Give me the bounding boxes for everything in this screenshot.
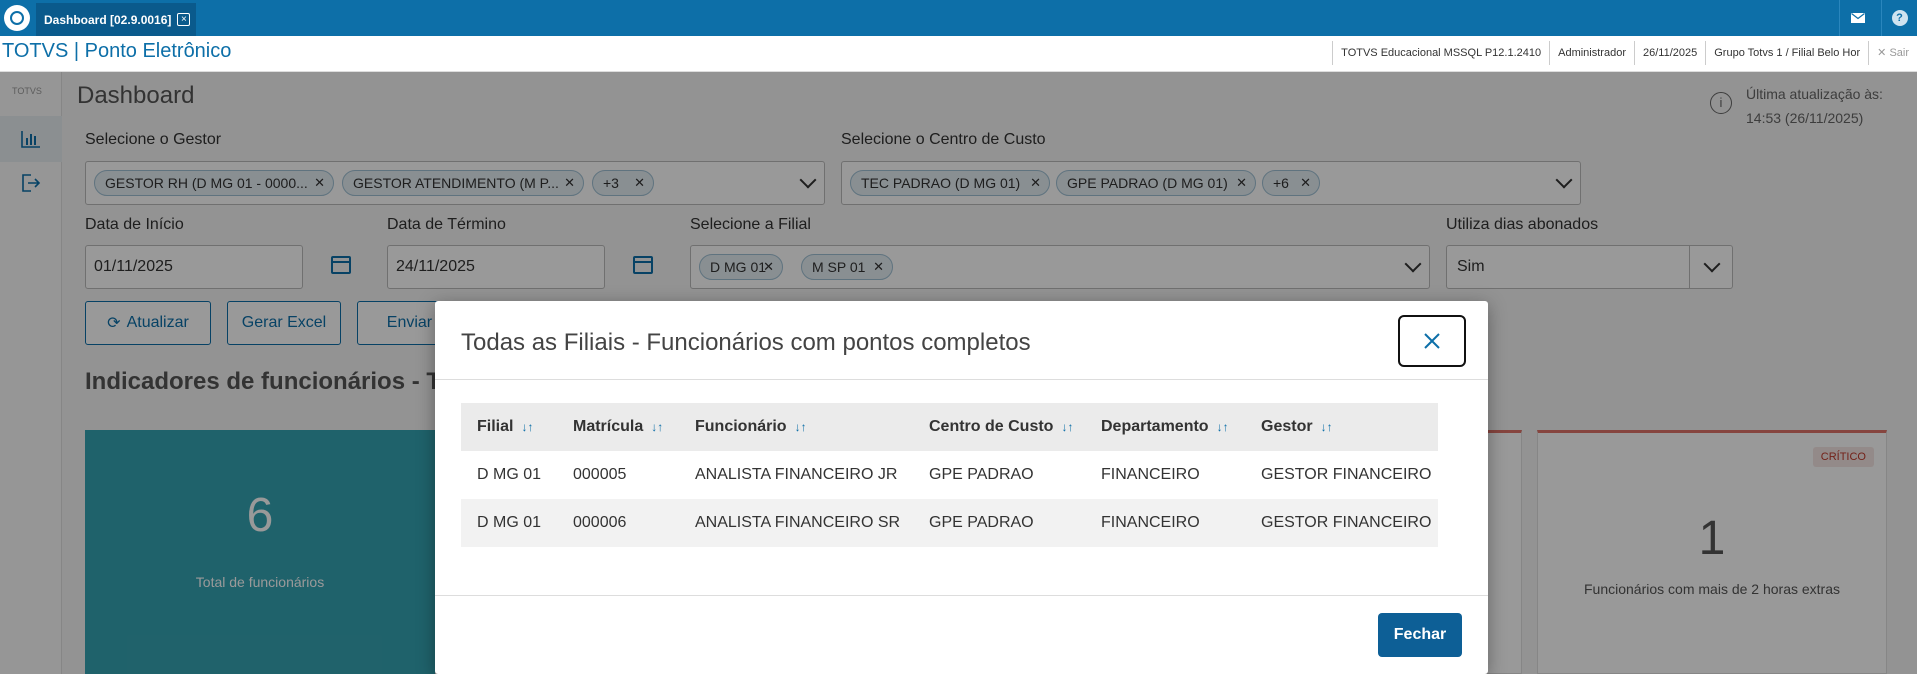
cell-gestor: GESTOR FINANCEIRO (1261, 466, 1432, 483)
column-header-centro-custo[interactable]: Centro de Custo ↓↑ (913, 403, 1085, 451)
sort-icon[interactable]: ↓↑ (1321, 420, 1333, 434)
app-title: TOTVS | Ponto Eletrônico (2, 40, 232, 62)
column-header-funcionario[interactable]: Funcionário ↓↑ (679, 403, 913, 451)
modal-title: Todas as Filiais - Funcionários com pont… (461, 329, 1031, 356)
modal-close-button[interactable] (1398, 315, 1466, 367)
branch-info[interactable]: Grupo Totvs 1 / Filial Belo Hor (1705, 41, 1868, 65)
cell-centro-custo: GPE PADRAO (929, 466, 1034, 483)
divider (435, 595, 1488, 596)
cell-departamento: FINANCEIRO (1101, 466, 1200, 483)
cell-matricula: 000006 (557, 499, 679, 547)
environment-info: TOTVS Educacional MSSQL P12.1.2410 (1332, 41, 1549, 65)
tab-label: Dashboard [02.9.0016] (44, 12, 172, 27)
close-icon (1424, 333, 1440, 349)
column-label: Gestor (1261, 418, 1313, 435)
divider (435, 379, 1488, 380)
employees-table: Filial ↓↑ Matrícula ↓↑ Funcionário ↓↑ Centr… (461, 403, 1438, 547)
column-header-matricula[interactable]: Matrícula ↓↑ (557, 403, 679, 451)
column-label: Filial (477, 418, 514, 435)
column-label: Matrícula (573, 418, 644, 435)
sort-icon[interactable]: ↓↑ (651, 420, 663, 434)
sort-icon[interactable]: ↓↑ (521, 420, 533, 434)
cell-matricula: 000005 (573, 466, 627, 483)
help-icon: ? (1891, 10, 1908, 26)
user-info: Administrador (1549, 41, 1634, 65)
sort-icon[interactable]: ↓↑ (1217, 420, 1229, 434)
date-info: 26/11/2025 (1633, 41, 1705, 65)
app-header: TOTVS | Ponto Eletrônico TOTVS Educacion… (0, 36, 1917, 72)
table-row[interactable]: D MG 01 000005 ANALISTA FINANCEIRO JR GP… (461, 451, 1438, 499)
fechar-button[interactable]: Fechar (1378, 613, 1462, 657)
tab-dashboard[interactable]: Dashboard [02.9.0016] × (36, 3, 196, 36)
cell-funcionario: ANALISTA FINANCEIRO SR (679, 499, 913, 547)
top-tab-bar: Dashboard [02.9.0016] × ? (0, 0, 1917, 36)
cell-departamento: FINANCEIRO (1085, 499, 1245, 547)
sort-icon[interactable]: ↓↑ (1061, 420, 1073, 434)
tab-close-icon[interactable]: × (177, 13, 191, 26)
employees-modal: Todas as Filiais - Funcionários com pont… (435, 301, 1488, 674)
cell-filial: D MG 01 (477, 466, 542, 483)
cell-filial: D MG 01 (461, 499, 557, 547)
cell-gestor: GESTOR FINANCEIRO (1245, 499, 1438, 547)
column-header-filial[interactable]: Filial ↓↑ (461, 403, 557, 451)
totvs-logo-icon[interactable] (4, 5, 30, 31)
column-label: Centro de Custo (929, 418, 1054, 435)
column-header-gestor[interactable]: Gestor ↓↑ (1245, 403, 1438, 451)
table-header-row: Filial ↓↑ Matrícula ↓↑ Funcionário ↓↑ Centr… (461, 403, 1438, 451)
cell-funcionario: ANALISTA FINANCEIRO JR (695, 466, 898, 483)
sort-icon[interactable]: ↓↑ (795, 420, 807, 434)
mail-icon[interactable] (1839, 0, 1875, 36)
exit-label: Sair (1889, 47, 1909, 59)
header-info-bar: TOTVS Educacional MSSQL P12.1.2410 Admin… (1332, 41, 1917, 65)
cell-centro-custo: GPE PADRAO (913, 499, 1085, 547)
column-label: Funcionário (695, 418, 787, 435)
help-button[interactable]: ? (1881, 0, 1917, 36)
column-header-departamento[interactable]: Departamento ↓↑ (1085, 403, 1245, 451)
exit-button[interactable]: ✕ Sair (1868, 41, 1917, 65)
table-row[interactable]: D MG 01 000006 ANALISTA FINANCEIRO SR GP… (461, 499, 1438, 547)
column-label: Departamento (1101, 418, 1209, 435)
